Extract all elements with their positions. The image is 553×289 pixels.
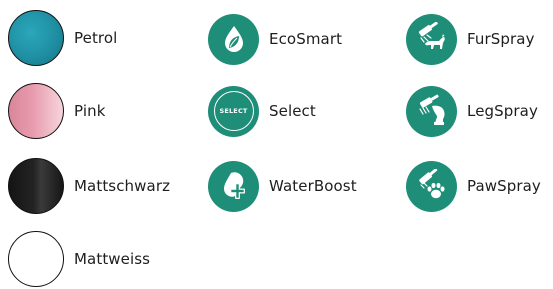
spray-label-pawspray: PawSpray <box>467 177 541 195</box>
feature-label-select: Select <box>269 102 316 120</box>
swatch-label-mattschwarz: Mattschwarz <box>74 177 171 195</box>
swatch-mattschwarz[interactable]: Mattschwarz <box>8 156 170 216</box>
feature-label-waterboost: WaterBoost <box>269 177 357 195</box>
swatch-label-mattweiss: Mattweiss <box>74 250 151 268</box>
spray-legspray[interactable]: LegSpray <box>406 81 538 141</box>
leaf-drop-icon <box>208 13 259 65</box>
feature-ecosmart[interactable]: EcoSmart <box>208 9 342 69</box>
select-badge-text: SELECT <box>219 107 248 115</box>
select-badge-icon: SELECT <box>208 85 259 137</box>
drop-plus-icon <box>208 160 259 212</box>
swatch-mattweiss[interactable]: Mattweiss <box>8 229 150 289</box>
petrol-swatch <box>8 10 64 66</box>
swatch-label-petrol: Petrol <box>74 29 118 47</box>
spray-pawspray[interactable]: PawSpray <box>406 156 541 216</box>
mattschwarz-swatch <box>8 158 64 214</box>
horse-leg-shower-icon <box>406 85 457 137</box>
swatch-pink[interactable]: Pink <box>8 81 105 141</box>
dog-shower-icon <box>406 13 457 65</box>
pink-swatch <box>8 83 64 139</box>
spray-label-furspray: FurSpray <box>467 30 535 48</box>
swatch-petrol[interactable]: Petrol <box>8 8 117 68</box>
feature-select[interactable]: SELECT Select <box>208 81 316 141</box>
spray-label-legspray: LegSpray <box>467 102 538 120</box>
swatch-label-pink: Pink <box>74 102 106 120</box>
mattweiss-swatch <box>8 231 64 287</box>
spray-furspray[interactable]: FurSpray <box>406 9 535 69</box>
feature-waterboost[interactable]: WaterBoost <box>208 156 357 216</box>
paw-shower-icon <box>406 160 457 212</box>
feature-label-ecosmart: EcoSmart <box>269 30 343 48</box>
